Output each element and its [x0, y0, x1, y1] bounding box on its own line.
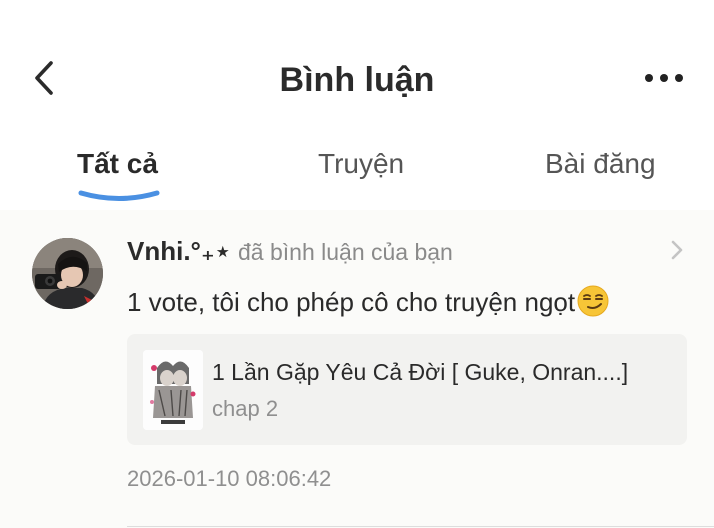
- more-dot: [660, 74, 668, 82]
- comment-body: 1 vote, tôi cho phép cô cho truyện ngọt: [127, 284, 609, 320]
- tab-posts[interactable]: Bài đăng: [545, 144, 656, 184]
- comment-text: 1 vote, tôi cho phép cô cho truyện ngọt: [127, 287, 576, 317]
- tab-bar: Tất cả Truyện Bài đăng: [0, 130, 714, 210]
- story-chapter: chap 2: [212, 396, 279, 421]
- story-card[interactable]: 1 Lần Gặp Yêu Cả Đời [ Guke, Onran....] …: [127, 334, 687, 445]
- divider: [127, 526, 714, 527]
- tab-stories[interactable]: Truyện: [318, 144, 404, 184]
- story-title: 1 Lần Gặp Yêu Cả Đời [ Guke, Onran....]: [212, 359, 629, 385]
- username[interactable]: Vnhi.°₊⋆: [127, 234, 231, 268]
- avatar-image: [32, 238, 103, 309]
- more-horizontal-icon: [645, 74, 653, 82]
- notification-action: đã bình luận của bạn: [238, 239, 453, 265]
- story-cover-image: [143, 350, 203, 430]
- chevron-right-icon[interactable]: [666, 238, 688, 262]
- more-options-button[interactable]: [634, 60, 694, 96]
- story-cover: [143, 350, 203, 430]
- smirking-face-emoji-icon: [577, 285, 609, 317]
- active-tab-indicator: [78, 190, 160, 201]
- more-dot: [675, 74, 683, 82]
- avatar[interactable]: [32, 238, 103, 309]
- timestamp: 2026-01-10 08:06:42: [127, 466, 332, 491]
- app-header: Bình luận: [0, 0, 714, 130]
- tab-all[interactable]: Tất cả: [77, 144, 158, 184]
- page-title: Bình luận: [279, 61, 435, 99]
- notification-list: Vnhi.°₊⋆ đã bình luận của bạn 1 vote, tô…: [0, 210, 714, 528]
